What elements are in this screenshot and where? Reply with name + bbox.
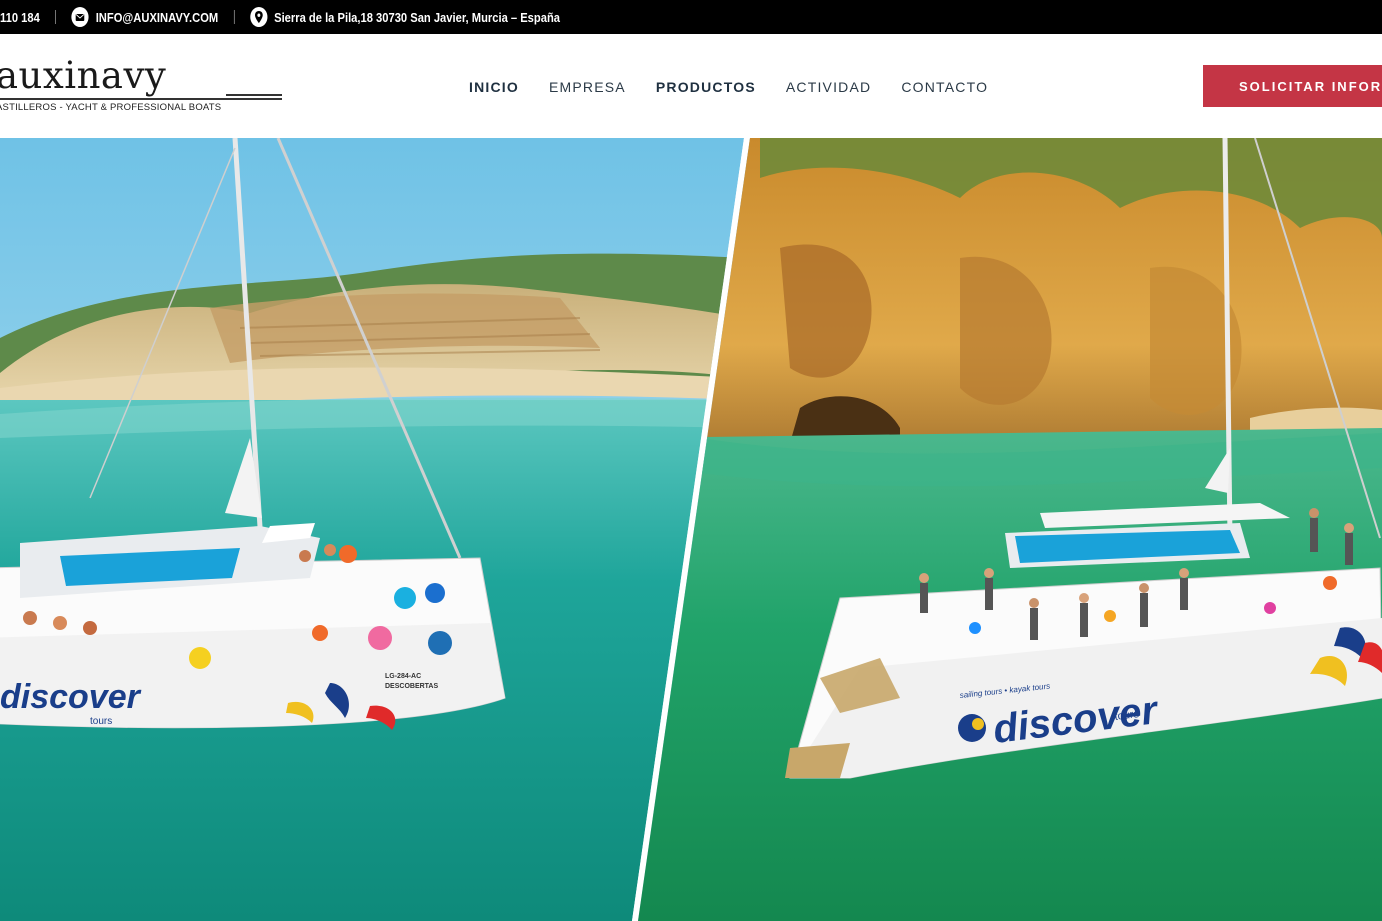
left-catamaran-photo: discover tours LG-284-AC DESCOBERTAS (0, 138, 744, 921)
left-registration: LG-284-AC (385, 673, 421, 680)
request-info-button[interactable]: SOLICITAR INFORMACIÓN (1203, 65, 1382, 107)
divider (55, 10, 57, 24)
location-pin-icon (250, 7, 268, 27)
email-link[interactable]: INFO@AUXINAVY.COM (71, 7, 219, 27)
top-contact-bar: 110 184 INFO@AUXINAVY.COM Sierra de la P… (0, 0, 1382, 34)
main-nav: INICIO EMPRESA PRODUCTOS ACTIVIDAD CONTA… (469, 76, 1018, 98)
nav-item-empresa[interactable]: EMPRESA (549, 79, 626, 95)
address-link[interactable]: Sierra de la Pila,18 30730 San Javier, M… (250, 7, 560, 27)
auxinavy-logo[interactable]: auxinavy ASTILLEROS - YACHT & PROFESSION… (0, 54, 286, 120)
nav-item-productos[interactable]: PRODUCTOS (656, 79, 756, 95)
hero-gallery: discover tours LG-284-AC DESCOBERTAS sai… (0, 138, 1382, 921)
logo-tagline: ASTILLEROS - YACHT & PROFESSIONAL BOATS (0, 102, 222, 113)
divider (233, 10, 235, 24)
hero-photos: discover tours LG-284-AC DESCOBERTAS sai… (0, 138, 1382, 921)
left-hull-sub: tours (90, 716, 112, 727)
email-text: INFO@AUXINAVY.COM (95, 9, 219, 25)
site-header: auxinavy ASTILLEROS - YACHT & PROFESSION… (0, 34, 1382, 138)
nav-item-contacto[interactable]: CONTACTO (901, 79, 988, 95)
phone-number[interactable]: 110 184 (0, 10, 40, 25)
left-registration-name: DESCOBERTAS (385, 683, 438, 690)
logo-rule (0, 98, 282, 100)
mail-icon (71, 7, 89, 27)
nav-item-inicio[interactable]: INICIO (469, 79, 519, 95)
logo-rule (226, 94, 282, 96)
nav-item-actividad[interactable]: ACTIVIDAD (786, 79, 871, 95)
logo-wordmark: auxinavy (0, 54, 167, 97)
left-hull-brand: discover (0, 678, 142, 716)
right-catamaran-photo: sailing tours • kayak tours discover tou… (638, 138, 1382, 921)
address-text: Sierra de la Pila,18 30730 San Javier, M… (274, 9, 561, 25)
